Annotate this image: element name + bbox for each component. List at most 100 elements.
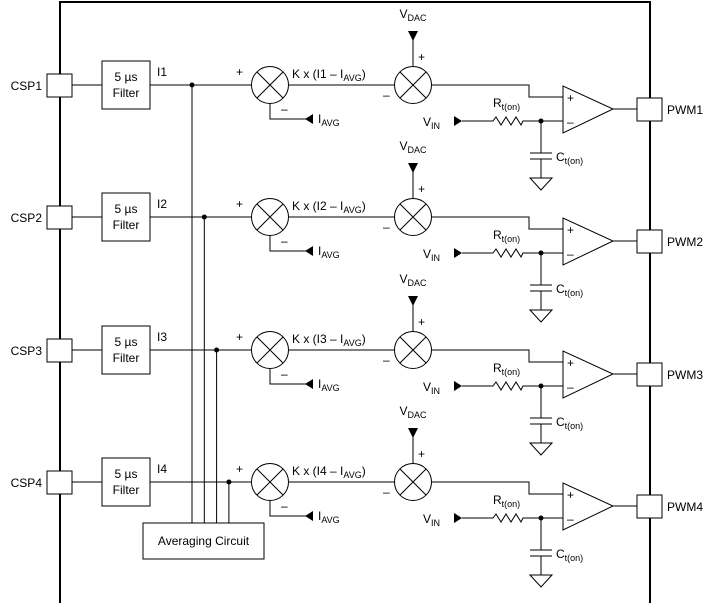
vdac-label-text: V <box>399 7 407 21</box>
output-pin-box <box>636 494 663 519</box>
filter-label: 5 µs <box>115 70 138 84</box>
rton-label: Rt(on) <box>493 493 520 509</box>
rton-label-subscript: t(on) <box>502 367 521 377</box>
plus-sign: + <box>236 330 243 344</box>
minus-sign: – <box>567 512 574 526</box>
arrow-down-icon <box>408 163 418 173</box>
plus-sign-text: + <box>236 197 243 211</box>
filter-label-text: 5 µs <box>115 70 138 84</box>
cton-label: Ct(on) <box>556 415 583 431</box>
signal-label-text: I3 <box>157 330 167 344</box>
error-expression-text: ) <box>362 199 366 213</box>
error-expression: K x (I3 – IAVG) <box>292 332 366 348</box>
vdac-label: VDAC <box>399 7 427 23</box>
filter-label: 5 µs <box>115 202 138 216</box>
output-pin-label: PWM2 <box>667 235 703 249</box>
channel-1: CSP15 µsFilterI1 + K x (I1 – IAVG)–IAVG–VD… <box>11 7 703 523</box>
averaging-circuit-label: Averaging Circuit <box>158 534 250 548</box>
error-expression-subscript: AVG <box>343 338 361 348</box>
minus-sign-text: – <box>383 485 390 499</box>
plus-sign-text: + <box>567 356 574 370</box>
minus-sign: – <box>281 499 288 513</box>
filter-label-text: Filter <box>113 483 140 497</box>
arrow-left-icon <box>305 114 313 124</box>
arrow-left-icon <box>305 246 313 256</box>
input-pin-box <box>46 338 73 363</box>
resistor <box>462 381 563 392</box>
arrow-down-icon <box>408 31 418 41</box>
error-expression-subscript: AVG <box>343 205 361 215</box>
arrow-down-icon <box>408 296 418 306</box>
filter-label-text: 5 µs <box>115 202 138 216</box>
input-pin-box <box>46 73 73 98</box>
vin-label: VIN <box>423 247 440 263</box>
vdac-label: VDAC <box>399 404 427 420</box>
vin-label: VIN <box>423 512 440 528</box>
vdac-label-text: V <box>399 272 407 286</box>
vin-label-text: V <box>423 380 431 394</box>
iavg-label: IAVG <box>318 377 340 393</box>
cton-label: Ct(on) <box>556 150 583 166</box>
wire <box>269 235 306 252</box>
cton-label: Ct(on) <box>556 282 583 298</box>
output-pin-label-text: PWM4 <box>667 500 703 514</box>
capacitor <box>530 121 552 178</box>
arrow-right-icon <box>454 381 462 391</box>
resistor <box>462 116 563 127</box>
arrow-down-icon <box>408 428 418 438</box>
filter-label-text: 5 µs <box>115 335 138 349</box>
minus-sign: – <box>383 88 390 102</box>
junction-dot <box>189 82 195 88</box>
plus-sign: + <box>418 182 425 196</box>
cton-label-text: C <box>556 547 565 561</box>
minus-sign-text: – <box>281 102 288 116</box>
cton-label-text: C <box>556 150 565 164</box>
output-pin-label-text: PWM2 <box>667 235 703 249</box>
signal-label: I4 <box>157 462 167 476</box>
input-pin-box <box>46 205 73 230</box>
filter-label: Filter <box>113 218 140 232</box>
junction-dot <box>214 347 220 353</box>
rton-label-text: R <box>493 361 502 375</box>
error-expression-text: ) <box>362 332 366 346</box>
vdac-label-subscript: DAC <box>408 410 428 420</box>
error-expression: K x (I4 – IAVG) <box>292 464 366 480</box>
plus-sign: + <box>567 91 574 105</box>
plus-sign-text: + <box>418 50 425 64</box>
iavg-label: IAVG <box>318 509 340 525</box>
input-pin-box <box>46 470 73 495</box>
minus-sign-text: – <box>567 512 574 526</box>
input-pin-label: CSP2 <box>11 211 43 225</box>
output-pin-box <box>636 97 663 122</box>
vdac-label: VDAC <box>399 139 427 155</box>
signal-label-text: I4 <box>157 462 167 476</box>
arrow-right-icon <box>454 116 462 126</box>
capacitor <box>530 518 552 575</box>
iavg-label-subscript: AVG <box>321 383 339 393</box>
wire <box>269 103 306 120</box>
error-expression-text: K x (I1 – I <box>292 67 343 81</box>
error-expression-subscript: AVG <box>343 470 361 480</box>
arrow-right-icon <box>454 248 462 258</box>
vin-label-subscript: IN <box>431 121 440 131</box>
output-pin-label-text: PWM1 <box>667 103 703 117</box>
plus-sign: + <box>567 223 574 237</box>
output-pin-box <box>636 229 663 254</box>
error-expression-text: K x (I4 – I <box>292 464 343 478</box>
minus-sign-text: – <box>281 234 288 248</box>
ground-icon <box>528 177 554 191</box>
plus-sign-text: + <box>567 91 574 105</box>
minus-sign: – <box>567 115 574 129</box>
resistor <box>462 513 563 524</box>
plus-sign: + <box>418 50 425 64</box>
minus-sign-text: – <box>383 353 390 367</box>
error-expression-text: K x (I2 – I <box>292 199 343 213</box>
vin-label-subscript: IN <box>431 386 440 396</box>
input-pin-label-text: CSP1 <box>11 79 43 93</box>
channel-4: CSP45 µsFilterI4 + K x (I4 – IAVG)–IAVG–VD… <box>11 404 703 588</box>
iavg-label: IAVG <box>318 244 340 260</box>
capacitor <box>530 386 552 443</box>
vin-label-subscript: IN <box>431 253 440 263</box>
rton-label: Rt(on) <box>493 361 520 377</box>
iavg-label-subscript: AVG <box>321 118 339 128</box>
